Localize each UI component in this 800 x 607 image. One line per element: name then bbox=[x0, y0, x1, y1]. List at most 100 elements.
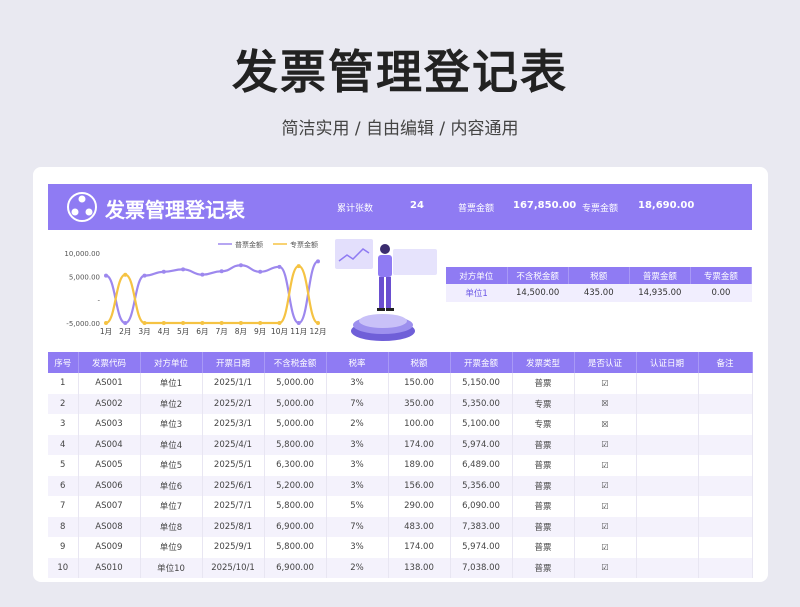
table-cell[interactable]: 单位3 bbox=[140, 414, 203, 435]
verified-checkbox[interactable]: ☑ bbox=[574, 373, 637, 394]
table-row[interactable]: 1 AS001 单位1 2025/1/1 5,000.00 3% 150.00 5,150.0… bbox=[48, 373, 753, 394]
table-cell[interactable]: 单位9 bbox=[140, 537, 203, 558]
table-cell[interactable]: 普票 bbox=[512, 373, 575, 394]
table-cell[interactable]: 7,038.00 bbox=[450, 557, 513, 578]
table-cell[interactable] bbox=[636, 557, 699, 578]
table-cell[interactable]: 普票 bbox=[512, 434, 575, 455]
column-header[interactable]: 发票类型 bbox=[512, 352, 575, 373]
verified-checkbox[interactable]: ☑ bbox=[574, 557, 637, 578]
table-cell[interactable]: 2025/2/1 bbox=[202, 393, 265, 414]
table-cell[interactable]: 2025/5/1 bbox=[202, 455, 265, 476]
table-cell[interactable]: AS009 bbox=[78, 537, 141, 558]
table-cell[interactable]: 2025/6/1 bbox=[202, 475, 265, 496]
table-row[interactable]: 8 AS008 单位8 2025/8/1 6,900.00 7% 483.00 7,383.0… bbox=[48, 516, 753, 537]
table-cell[interactable]: 5,350.00 bbox=[450, 393, 513, 414]
table-cell[interactable]: AS001 bbox=[78, 373, 141, 394]
table-row[interactable]: 6 AS006 单位6 2025/6/1 5,200.00 3% 156.00 5,356.0… bbox=[48, 475, 753, 496]
table-cell[interactable]: 5,150.00 bbox=[450, 373, 513, 394]
table-cell[interactable]: AS010 bbox=[78, 557, 141, 578]
table-cell[interactable] bbox=[636, 537, 699, 558]
verified-checkbox[interactable]: ☑ bbox=[574, 496, 637, 517]
table-cell[interactable] bbox=[698, 393, 753, 414]
table-cell[interactable] bbox=[698, 516, 753, 537]
table-cell[interactable]: 174.00 bbox=[388, 537, 451, 558]
table-cell[interactable]: 3% bbox=[326, 373, 389, 394]
table-cell[interactable]: 6,900.00 bbox=[264, 516, 327, 537]
verified-checkbox[interactable]: ☑ bbox=[574, 434, 637, 455]
column-header[interactable]: 备注 bbox=[698, 352, 753, 373]
table-cell[interactable]: 5,000.00 bbox=[264, 414, 327, 435]
table-cell[interactable]: 单位2 bbox=[140, 393, 203, 414]
table-cell[interactable]: 5,100.00 bbox=[450, 414, 513, 435]
table-cell[interactable]: 5,974.00 bbox=[450, 434, 513, 455]
column-header[interactable]: 不含税金额 bbox=[264, 352, 327, 373]
column-header[interactable]: 税率 bbox=[326, 352, 389, 373]
table-row[interactable]: 9 AS009 单位9 2025/9/1 5,800.00 3% 174.00 5,974.0… bbox=[48, 537, 753, 558]
table-cell[interactable]: 专票 bbox=[512, 393, 575, 414]
table-cell[interactable] bbox=[698, 537, 753, 558]
table-cell[interactable] bbox=[636, 393, 699, 414]
table-cell[interactable]: 7,383.00 bbox=[450, 516, 513, 537]
table-cell[interactable]: 单位7 bbox=[140, 496, 203, 517]
table-cell[interactable]: 5,800.00 bbox=[264, 496, 327, 517]
table-cell[interactable]: 5,000.00 bbox=[264, 373, 327, 394]
table-cell[interactable]: 10 bbox=[48, 557, 79, 578]
table-cell[interactable]: 普票 bbox=[512, 516, 575, 537]
table-row[interactable]: 7 AS007 单位7 2025/7/1 5,800.00 5% 290.00 6,090.0… bbox=[48, 496, 753, 517]
table-cell[interactable]: 普票 bbox=[512, 537, 575, 558]
table-cell[interactable] bbox=[698, 496, 753, 517]
table-cell[interactable]: 单位8 bbox=[140, 516, 203, 537]
table-cell[interactable]: 174.00 bbox=[388, 434, 451, 455]
table-row[interactable]: 2 AS002 单位2 2025/2/1 5,000.00 7% 350.00 5,350.0… bbox=[48, 393, 753, 414]
table-cell[interactable]: 8 bbox=[48, 516, 79, 537]
table-cell[interactable]: 3% bbox=[326, 475, 389, 496]
table-cell[interactable]: 3 bbox=[48, 414, 79, 435]
table-cell[interactable]: 290.00 bbox=[388, 496, 451, 517]
table-cell[interactable]: 350.00 bbox=[388, 393, 451, 414]
column-header[interactable]: 发票代码 bbox=[78, 352, 141, 373]
table-row[interactable]: 4 AS004 单位4 2025/4/1 5,800.00 3% 174.00 5,974.0… bbox=[48, 434, 753, 455]
table-cell[interactable] bbox=[698, 414, 753, 435]
table-cell[interactable]: 5,800.00 bbox=[264, 434, 327, 455]
table-cell[interactable]: 2% bbox=[326, 414, 389, 435]
column-header[interactable]: 序号 bbox=[48, 352, 79, 373]
table-cell[interactable]: 6,489.00 bbox=[450, 455, 513, 476]
table-cell[interactable]: 2 bbox=[48, 393, 79, 414]
table-cell[interactable]: 2025/8/1 bbox=[202, 516, 265, 537]
table-cell[interactable]: 5,800.00 bbox=[264, 537, 327, 558]
column-header[interactable]: 对方单位 bbox=[140, 352, 203, 373]
table-cell[interactable] bbox=[698, 557, 753, 578]
table-cell[interactable]: 6,300.00 bbox=[264, 455, 327, 476]
column-header[interactable]: 开票日期 bbox=[202, 352, 265, 373]
table-cell[interactable] bbox=[698, 434, 753, 455]
table-cell[interactable]: 7% bbox=[326, 516, 389, 537]
table-cell[interactable]: 5 bbox=[48, 455, 79, 476]
table-cell[interactable]: 156.00 bbox=[388, 475, 451, 496]
column-header[interactable]: 开票金额 bbox=[450, 352, 513, 373]
table-cell[interactable] bbox=[636, 475, 699, 496]
verified-checkbox[interactable]: ☒ bbox=[574, 393, 637, 414]
column-header[interactable]: 税额 bbox=[388, 352, 451, 373]
table-cell[interactable]: 单位6 bbox=[140, 475, 203, 496]
table-cell[interactable]: 6,090.00 bbox=[450, 496, 513, 517]
table-cell[interactable]: 单位5 bbox=[140, 455, 203, 476]
table-cell[interactable]: 普票 bbox=[512, 475, 575, 496]
verified-checkbox[interactable]: ☑ bbox=[574, 537, 637, 558]
table-cell[interactable] bbox=[636, 455, 699, 476]
table-cell[interactable]: 5% bbox=[326, 496, 389, 517]
table-cell[interactable]: 2025/10/1 bbox=[202, 557, 265, 578]
table-cell[interactable]: 2025/1/1 bbox=[202, 373, 265, 394]
table-cell[interactable]: 2% bbox=[326, 557, 389, 578]
summary-cell[interactable]: 单位1 bbox=[446, 284, 508, 302]
table-cell[interactable] bbox=[636, 434, 699, 455]
table-cell[interactable]: 单位4 bbox=[140, 434, 203, 455]
column-header[interactable]: 是否认证 bbox=[574, 352, 637, 373]
table-cell[interactable]: 普票 bbox=[512, 557, 575, 578]
table-row[interactable]: 10 AS010 单位10 2025/10/1 6,900.00 2% 138.00 7,03… bbox=[48, 557, 753, 578]
table-cell[interactable]: AS005 bbox=[78, 455, 141, 476]
table-cell[interactable] bbox=[636, 516, 699, 537]
table-cell[interactable]: 2025/7/1 bbox=[202, 496, 265, 517]
table-cell[interactable]: 普票 bbox=[512, 455, 575, 476]
table-cell[interactable]: 普票 bbox=[512, 496, 575, 517]
table-row[interactable]: 3 AS003 单位3 2025/3/1 5,000.00 2% 100.00 5,100.0… bbox=[48, 414, 753, 435]
